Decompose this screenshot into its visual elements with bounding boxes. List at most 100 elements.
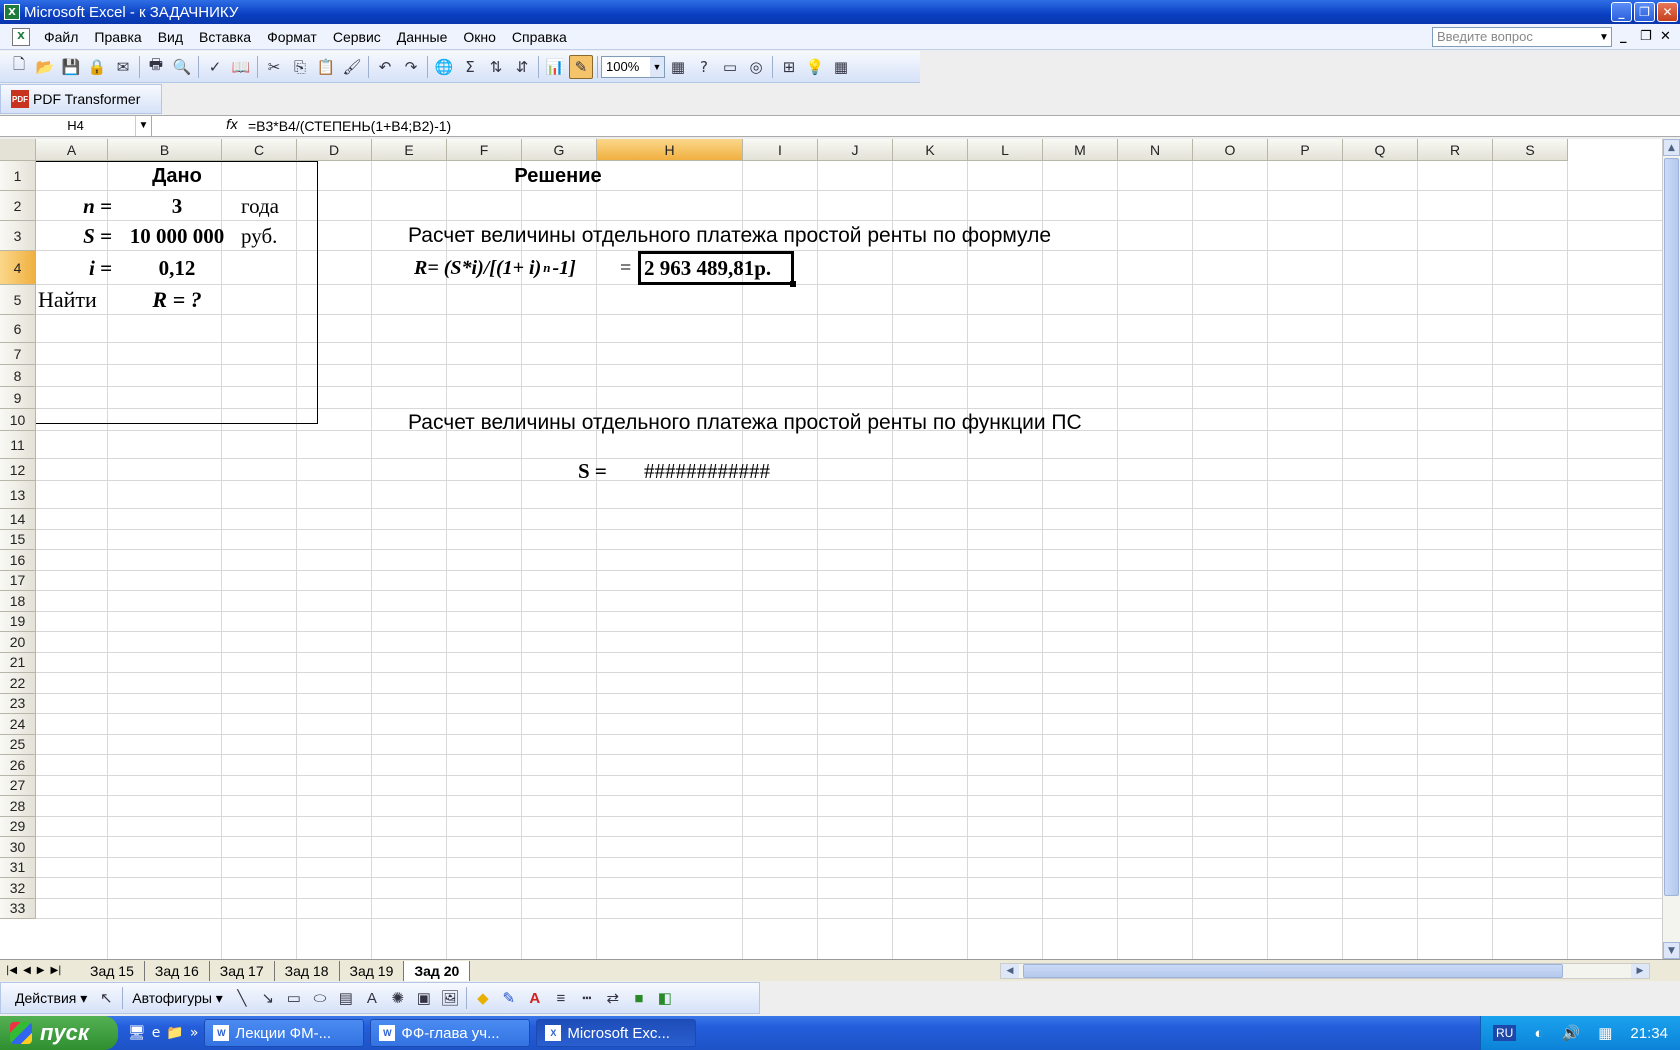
scroll-thumb[interactable]	[1664, 158, 1679, 896]
column-header[interactable]: G	[522, 139, 597, 161]
column-header[interactable]: J	[818, 139, 893, 161]
cell-c2[interactable]: года	[241, 191, 317, 221]
menu-data[interactable]: Данные	[389, 29, 456, 45]
cell-g13[interactable]: S =	[578, 456, 638, 486]
column-header[interactable]: Q	[1343, 139, 1418, 161]
menu-insert[interactable]: Вставка	[191, 29, 259, 45]
menu-tools[interactable]: Сервис	[325, 29, 389, 45]
scroll-right-icon[interactable]: ▶	[1631, 964, 1649, 978]
cell-b4[interactable]: 0,12	[116, 251, 238, 285]
desktop-icon[interactable]: 🖥	[128, 1025, 146, 1041]
network-icon[interactable]: ◐	[1534, 1025, 1543, 1042]
start-button[interactable]: пуск	[0, 1016, 118, 1050]
lightbulb-icon[interactable]: 💡	[803, 55, 827, 79]
arrow-icon[interactable]: ↘	[256, 986, 280, 1010]
cell-h4-selected[interactable]: 2 963 489,81р.	[638, 251, 794, 285]
sheet-tab[interactable]: Зад 17	[210, 960, 275, 981]
row-header[interactable]: 1	[0, 161, 36, 191]
row-header[interactable]: 31	[0, 857, 36, 878]
open-icon[interactable]: 📂	[33, 55, 57, 79]
prev-sheet-icon[interactable]: ◀	[23, 965, 31, 976]
worksheet-grid[interactable]: A B C D E F G H I J K L M N O P Q R S 1 2 3 4 5 6 7 8 9 10 11 12 13 14 15…	[0, 139, 1662, 959]
actions-menu[interactable]: Действия ▾	[9, 990, 93, 1007]
sheet-tab[interactable]: Зад 16	[145, 960, 210, 981]
row-header[interactable]: 12	[0, 459, 36, 481]
sheet-tab[interactable]: Зад 18	[275, 960, 340, 981]
line-style-icon[interactable]: ≡	[549, 986, 573, 1010]
row-header[interactable]: 24	[0, 714, 36, 735]
language-indicator[interactable]: RU	[1493, 1025, 1517, 1041]
copy-icon[interactable]: ⎘	[288, 55, 312, 79]
row-header[interactable]: 17	[0, 570, 36, 591]
last-sheet-icon[interactable]: ▶|	[50, 965, 61, 976]
row-header[interactable]: 14	[0, 509, 36, 530]
minimize-button[interactable]: _	[1611, 2, 1632, 22]
hscroll-thumb[interactable]	[1023, 964, 1563, 978]
row-header[interactable]: 32	[0, 878, 36, 899]
row-header[interactable]: 13	[0, 481, 36, 509]
scroll-down-icon[interactable]: ▼	[1663, 942, 1680, 959]
row-header[interactable]: 29	[0, 816, 36, 837]
maximize-button[interactable]: ❐	[1634, 2, 1655, 22]
clipart-icon[interactable]: ▣	[412, 986, 436, 1010]
row-header[interactable]: 6	[0, 315, 36, 343]
taskbar-item-word-2[interactable]: W ФФ-глава уч...	[370, 1019, 531, 1047]
hyperlink-icon[interactable]: 🌐	[432, 55, 456, 79]
pdf-transformer-button[interactable]: PDF Transformer	[33, 91, 140, 107]
taskbar-item-excel[interactable]: X Microsoft Exc...	[536, 1019, 697, 1047]
column-header[interactable]: A	[36, 139, 108, 161]
cell-f1[interactable]: Решение	[478, 161, 638, 191]
line-icon[interactable]: ╲	[230, 986, 254, 1010]
cell-c3[interactable]: руб.	[241, 221, 317, 251]
column-header[interactable]: E	[372, 139, 447, 161]
oval-icon[interactable]: ⬭	[308, 986, 332, 1010]
research-icon[interactable]: 📖	[229, 55, 253, 79]
row-header[interactable]: 10	[0, 409, 36, 431]
more-icon[interactable]: »	[190, 1025, 199, 1041]
chevron-down-icon[interactable]: ▼	[650, 56, 664, 77]
dash-style-icon[interactable]: ┅	[575, 986, 599, 1010]
browser-icon[interactable]: e	[152, 1025, 161, 1041]
function-icon[interactable]: fx	[152, 116, 244, 136]
cell-a4[interactable]: i =	[36, 251, 112, 285]
spelling-icon[interactable]: ✓	[203, 55, 227, 79]
menu-format[interactable]: Формат	[259, 29, 325, 45]
email-icon[interactable]: ✉	[111, 55, 135, 79]
column-header[interactable]: I	[743, 139, 818, 161]
next-sheet-icon[interactable]: ▶	[37, 965, 45, 976]
paste-icon[interactable]: 📋	[314, 55, 338, 79]
first-sheet-icon[interactable]: |◀	[6, 965, 17, 976]
menu-file[interactable]: Файл	[36, 29, 86, 45]
permission-icon[interactable]: 🔒	[85, 55, 109, 79]
row-header[interactable]: 23	[0, 693, 36, 714]
row-header[interactable]: 30	[0, 837, 36, 858]
line-color-icon[interactable]: ✎	[497, 986, 521, 1010]
column-header[interactable]: S	[1493, 139, 1568, 161]
help-search-input[interactable]: Введите вопрос ▼	[1432, 27, 1612, 47]
taskbar-item-word-1[interactable]: W Лекции ФМ-...	[204, 1019, 365, 1047]
column-header[interactable]: L	[968, 139, 1043, 161]
undo-icon[interactable]: ↶	[373, 55, 397, 79]
chevron-down-icon[interactable]: ▼	[135, 116, 151, 136]
cell-a3[interactable]: S =	[36, 221, 112, 251]
borders-icon[interactable]: ⊞	[777, 55, 801, 79]
menu-view[interactable]: Вид	[150, 29, 191, 45]
column-header[interactable]: D	[297, 139, 372, 161]
row-header[interactable]: 9	[0, 387, 36, 409]
row-header[interactable]: 11	[0, 431, 36, 459]
row-header[interactable]: 25	[0, 734, 36, 755]
column-header[interactable]: K	[893, 139, 968, 161]
3d-icon[interactable]: ◧	[653, 986, 677, 1010]
arrow-style-icon[interactable]: ⇄	[601, 986, 625, 1010]
print-icon[interactable]: 🖶	[144, 55, 168, 79]
row-header[interactable]: 16	[0, 550, 36, 571]
cell-a2[interactable]: n =	[36, 191, 112, 221]
target-icon[interactable]: ◎	[744, 55, 768, 79]
tray-app-icon[interactable]: ▦	[1598, 1024, 1612, 1042]
column-header[interactable]: P	[1268, 139, 1343, 161]
diagram-icon[interactable]: ✺	[386, 986, 410, 1010]
row-header[interactable]: 5	[0, 285, 36, 315]
textbox-icon[interactable]: ▤	[334, 986, 358, 1010]
column-header[interactable]: M	[1043, 139, 1118, 161]
cell-a5[interactable]: Найти	[38, 285, 114, 315]
